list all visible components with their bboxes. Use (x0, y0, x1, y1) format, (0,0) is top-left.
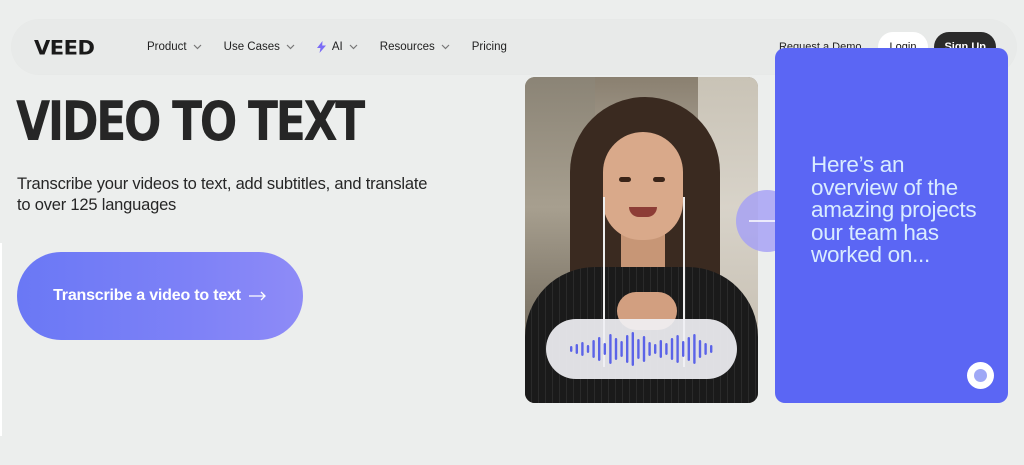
nav-item-label: Resources (379, 41, 435, 53)
projects-overview-card[interactable]: Here’s an overview of the amazing projec… (775, 48, 1008, 403)
waveform-bar (670, 338, 674, 360)
person-eye (619, 177, 631, 182)
nav-item-ai[interactable]: AI (316, 41, 358, 53)
waveform-bar (642, 336, 646, 362)
waveform-bar (637, 339, 640, 359)
nav-menu: Product Use Cases AI Resources Pricing (147, 20, 529, 74)
video-preview-card[interactable] (525, 77, 758, 403)
nav-item-label: Pricing (471, 41, 507, 53)
chevron-down-icon (441, 44, 450, 50)
waveform-bar (614, 338, 618, 360)
waveform-bar (631, 332, 634, 366)
waveform-bar (626, 335, 629, 363)
waveform-bar (693, 334, 696, 364)
chevron-down-icon (286, 44, 295, 50)
hero-subtitle: Transcribe your videos to text, add subt… (17, 175, 428, 214)
person-face (603, 132, 683, 240)
chevron-down-icon (193, 44, 202, 50)
nav-item-label: Use Cases (223, 41, 280, 53)
waveform-bar (598, 337, 601, 361)
waveform-bar (570, 346, 573, 352)
audio-waveform-badge (546, 319, 737, 379)
waveform-bar (575, 344, 578, 354)
waveform-bar (581, 342, 584, 356)
waveform-bar (648, 342, 651, 356)
transcribe-cta-button[interactable]: Transcribe a video to text (17, 252, 303, 340)
waveform-bar (682, 341, 685, 357)
waveform-bar (609, 334, 612, 364)
loading-indicator-icon (967, 362, 994, 389)
waveform-bar (586, 345, 590, 353)
veed-logo[interactable]: VEED (34, 37, 95, 60)
audio-waveform-icon (570, 332, 713, 366)
nav-item-label: AI (331, 41, 343, 53)
nav-item-pricing[interactable]: Pricing (472, 41, 507, 53)
waveform-bar (603, 343, 606, 355)
waveform-bar (659, 340, 662, 358)
waveform-bar (592, 340, 595, 358)
loading-dot (974, 369, 987, 382)
nav-item-resources[interactable]: Resources (380, 41, 450, 53)
lightning-icon (316, 41, 326, 53)
cta-label: Transcribe a video to text (53, 287, 241, 304)
waveform-bar (665, 343, 668, 355)
nav-item-label: Product (147, 41, 187, 53)
waveform-bar (676, 335, 679, 363)
overview-text: Here’s an overview of the amazing projec… (811, 152, 977, 267)
waveform-bar (710, 345, 713, 353)
nav-item-product[interactable]: Product (147, 41, 202, 53)
waveform-bar (620, 341, 623, 357)
waveform-bar (704, 343, 707, 355)
divider (0, 243, 2, 436)
waveform-bar (654, 344, 657, 354)
person-eye (653, 177, 665, 182)
waveform-bar (698, 340, 702, 358)
arrow-right-icon (248, 291, 266, 301)
nav-item-use-cases[interactable]: Use Cases (224, 41, 295, 53)
page-title: VIDEO TO TEXT (16, 90, 365, 153)
waveform-bar (687, 337, 690, 361)
chevron-down-icon (349, 44, 358, 50)
